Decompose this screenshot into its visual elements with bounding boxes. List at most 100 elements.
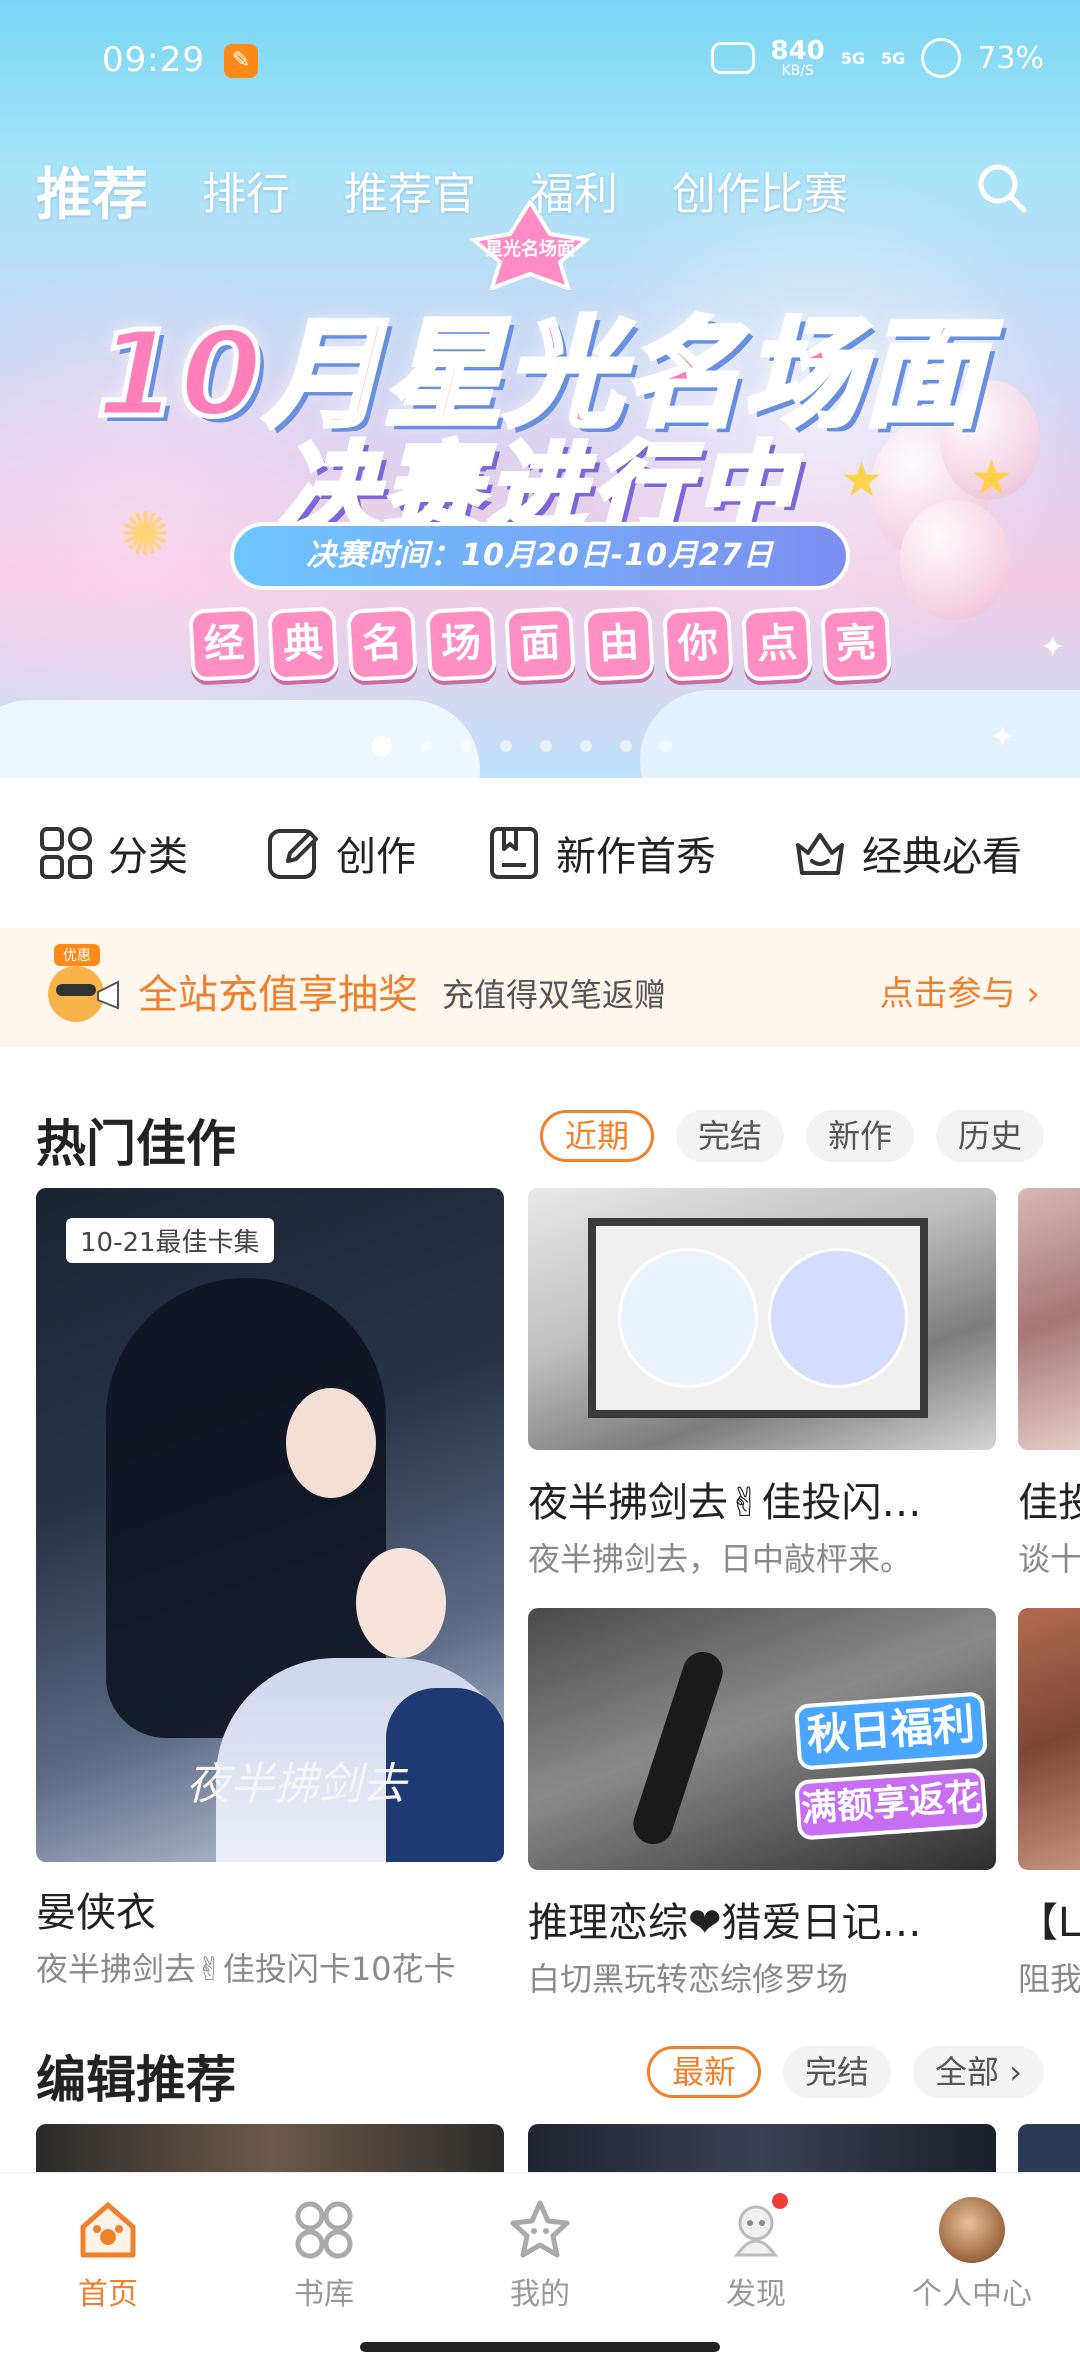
featured-card-title[interactable]: 晏侠衣	[36, 1880, 504, 1938]
tab-recommend[interactable]: 推荐	[36, 150, 148, 231]
carousel-dot[interactable]	[540, 740, 552, 752]
carousel-dot[interactable]	[460, 740, 472, 752]
banner-tile: 名	[346, 606, 418, 682]
promo-bar[interactable]: 优惠 全站充值享抽奖 充值得双笔返赠 点击参与 ›	[0, 928, 1080, 1046]
entry-label: 经典必看	[862, 834, 1022, 880]
card-cover[interactable]	[1018, 1608, 1080, 1870]
hero-banner[interactable]: ★ ★ ✦ ✦ ✺ 09:29 ✎ 840 KB/S 5G 5G 73% 推荐 …	[0, 0, 1080, 778]
carousel-dot[interactable]	[580, 740, 592, 752]
tab-ranking[interactable]: 排行	[202, 158, 290, 222]
editor-filters: 最新 完结 全部 ›	[646, 2046, 1044, 2098]
stamp-bottom: 满额享返花	[794, 1767, 988, 1841]
card-title[interactable]: 佳投	[1018, 1470, 1080, 1528]
featured-card-cover[interactable]: 夜半拂剑去 10-21最佳卡集	[36, 1188, 504, 1862]
cover-art	[286, 1388, 376, 1498]
network-speed-value: 840	[770, 36, 825, 66]
autumn-welfare-stamp: 秋日福利 满额享返花	[793, 1691, 989, 1848]
featured-card-desc: 夜半拂剑去✌佳投闪卡10花卡	[36, 1950, 456, 1988]
banner-tile: 面	[504, 606, 576, 682]
quick-entries: 分类 创作 新作首秀 经典必看	[0, 778, 1080, 928]
cat-notification-icon	[710, 42, 755, 74]
star-icon	[510, 2200, 570, 2258]
filter-completed[interactable]: 完结	[675, 1110, 784, 1162]
entry-classics[interactable]: 经典必看	[792, 824, 1022, 882]
banner-tile: 亮	[820, 606, 892, 682]
carousel-dots	[372, 736, 672, 756]
network-speed-unit: KB/S	[781, 63, 814, 79]
filter-all[interactable]: 全部 ›	[913, 2046, 1044, 2098]
nav-profile[interactable]: 个人中心	[864, 2173, 1080, 2322]
gesture-bar[interactable]	[360, 2342, 720, 2352]
card-title[interactable]: 【L	[1018, 1890, 1080, 1948]
nav-discover[interactable]: 发现	[648, 2173, 864, 2322]
entry-label: 新作首秀	[556, 834, 716, 880]
card-desc: 白切黑玩转恋综修罗场	[528, 1960, 849, 1998]
sparkle-decoration: ✦	[990, 720, 1016, 755]
nav-label: 我的	[510, 2277, 570, 2312]
signal-icon: 5G	[881, 48, 906, 68]
notification-dot	[772, 2193, 788, 2209]
clock: 09:29	[102, 40, 205, 80]
card-desc: 谈十	[1018, 1540, 1080, 1578]
banner-badge-star: 星光名场面	[469, 200, 591, 290]
filter-completed[interactable]: 完结	[783, 2046, 892, 2098]
card-cover[interactable]	[528, 1188, 996, 1450]
home-icon	[80, 2202, 136, 2258]
cover-art	[618, 1248, 758, 1388]
bottom-nav: 首页 书库 我的 发现 个人中心	[0, 2172, 1080, 2322]
card-title[interactable]: 推理恋综❤猎爱日记…	[528, 1890, 996, 1948]
card-cover[interactable]: 秋日福利 满额享返花	[528, 1608, 996, 1870]
carousel-dot[interactable]	[372, 736, 392, 756]
banner-date: 决赛时间：10月20日-10月27日	[230, 522, 850, 590]
search-icon[interactable]	[974, 160, 1030, 216]
battery-level: 73%	[977, 40, 1044, 76]
filter-latest[interactable]: 最新	[646, 2046, 761, 2098]
nav-library[interactable]: 书库	[216, 2173, 432, 2322]
banner-badge-text: 星光名场面	[485, 238, 575, 260]
card-desc: 阻我	[1018, 1960, 1080, 1998]
status-bar: 09:29 ✎ 840 KB/S 5G 5G 73%	[0, 0, 1080, 120]
filter-history[interactable]: 历史	[935, 1110, 1044, 1162]
banner-tile: 由	[583, 606, 655, 682]
entry-create[interactable]: 创作	[266, 824, 416, 882]
entry-category[interactable]: 分类	[38, 824, 188, 882]
carousel-dot[interactable]	[620, 740, 632, 752]
nav-label: 书库	[294, 2277, 354, 2312]
filter-new[interactable]: 新作	[805, 1110, 914, 1162]
nav-mine[interactable]: 我的	[432, 2173, 648, 2322]
banner-tile: 点	[741, 606, 813, 682]
nav-label: 首页	[78, 2277, 138, 2312]
app-notification-icon: ✎	[224, 44, 258, 78]
promo-join-link[interactable]: 点击参与 ›	[880, 966, 1040, 1015]
pencil-icon	[268, 829, 318, 879]
sparkle-decoration: ✦	[1040, 630, 1066, 665]
banner-tile: 场	[425, 606, 497, 682]
avatar-icon	[939, 2197, 1005, 2263]
stamp-top: 秋日福利	[793, 1691, 989, 1771]
carousel-dot[interactable]	[500, 740, 512, 752]
cover-art	[356, 1548, 446, 1658]
banner-tile: 典	[267, 606, 339, 682]
mascot-icon: 优惠	[48, 944, 119, 1022]
nav-home[interactable]: 首页	[0, 2173, 216, 2322]
cover-art	[628, 1646, 728, 1850]
tab-contest[interactable]: 创作比赛	[672, 158, 848, 222]
carousel-dot[interactable]	[420, 740, 432, 752]
library-icon	[295, 2201, 353, 2259]
grid-icon	[40, 827, 92, 879]
filter-recent[interactable]: 近期	[539, 1110, 654, 1162]
card-desc: 夜半拂剑去，日中敲枰来。	[528, 1540, 913, 1578]
cover-calligraphy: 夜半拂剑去	[186, 1759, 406, 1810]
banner-tile: 经	[188, 606, 260, 682]
card-title[interactable]: 夜半拂剑去✌佳投闪…	[528, 1470, 996, 1528]
carousel-dot[interactable]	[660, 740, 672, 752]
signal-icon: 5G	[840, 48, 866, 68]
cat-battery-icon	[921, 38, 962, 78]
bookmark-icon	[490, 827, 538, 879]
entry-label: 分类	[108, 834, 188, 880]
hot-filters: 近期 完结 新作 历史	[539, 1110, 1044, 1162]
card-cover[interactable]	[1018, 1188, 1080, 1450]
card-badge: 10-21最佳卡集	[66, 1218, 274, 1263]
entry-new-debut[interactable]: 新作首秀	[486, 824, 716, 882]
banner-tiles: 经 典 名 场 面 由 你 点 亮	[188, 606, 892, 688]
